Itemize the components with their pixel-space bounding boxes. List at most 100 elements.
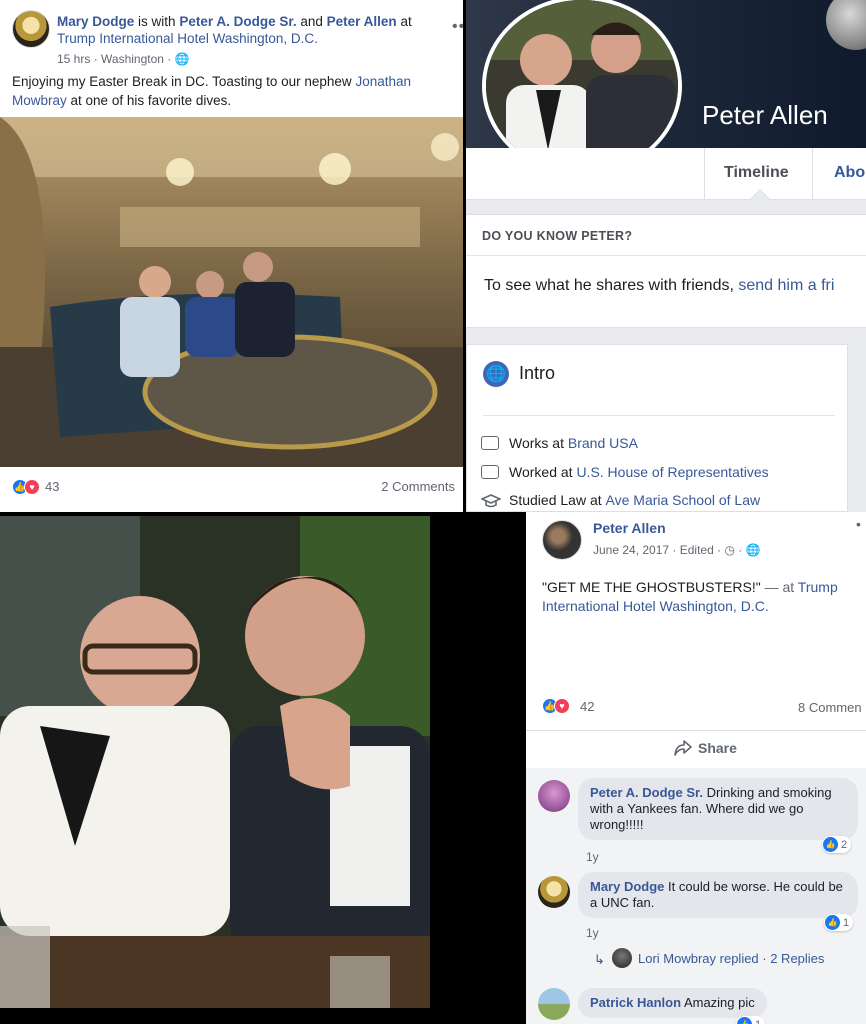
- commenter-avatar[interactable]: [538, 780, 570, 812]
- post-meta: June 24, 2017 · Edited · ◷ · 🌐: [593, 543, 761, 557]
- active-tab-pointer: [750, 189, 770, 209]
- body-text-end: at one of his favorite dives.: [70, 93, 232, 108]
- tab-timeline[interactable]: Timeline: [724, 164, 789, 182]
- profile-panel: Peter Allen Timeline Abo DO YOU KNOW PET…: [466, 0, 866, 512]
- author-avatar[interactable]: [542, 520, 582, 560]
- post-body: Enjoying my Easter Break in DC. Toasting…: [12, 72, 452, 110]
- intro-item-prefix: Works at: [509, 435, 564, 451]
- know-title: DO YOU KNOW PETER?: [482, 229, 633, 243]
- share-icon: [674, 740, 692, 756]
- send-friend-request-link[interactable]: send him a fri: [738, 277, 834, 294]
- comment-like-count: 1: [755, 1019, 761, 1024]
- comment-text: Amazing pic: [683, 995, 755, 1010]
- divider: [526, 730, 866, 731]
- reaction-count[interactable]: 42: [580, 699, 594, 714]
- replier-avatar: [612, 948, 632, 968]
- at-text: at: [400, 14, 412, 29]
- comment-bubble: Peter A. Dodge Sr. Drinking and smoking …: [578, 778, 858, 840]
- replies-text[interactable]: Lori Mowbray replied · 2 Replies: [638, 951, 824, 966]
- tab-about[interactable]: Abo: [834, 164, 865, 182]
- comments-count[interactable]: 8 Commen: [798, 700, 862, 715]
- briefcase-icon: [481, 465, 499, 479]
- reaction-icons[interactable]: 👍 ♥: [542, 698, 570, 714]
- comment-like-count: 1: [843, 916, 850, 929]
- edited-label[interactable]: Edited: [680, 543, 714, 557]
- post-footer: 👍 ♥ 43 2 Comments: [0, 467, 463, 512]
- know-text: To see what he shares with friends, send…: [484, 277, 834, 295]
- author-name[interactable]: Peter Allen: [593, 520, 666, 536]
- intro-item-past-work: Worked at U.S. House of Representatives: [481, 464, 769, 480]
- globe-icon: 🌐: [174, 52, 190, 66]
- post-meta: 15 hrs · Washington · 🌐: [57, 52, 190, 66]
- post-place: Washington: [101, 52, 164, 66]
- intro-item-prefix: Studied Law at: [509, 492, 602, 508]
- intro-item-work: Works at Brand USA: [481, 435, 638, 451]
- tagged-person-2[interactable]: Peter Allen: [327, 14, 397, 29]
- peter-allen-post: Peter Allen June 24, 2017 · Edited · ◷ ·…: [526, 512, 866, 1024]
- ellipsis-icon[interactable]: •••: [452, 18, 463, 36]
- commenter-name[interactable]: Peter A. Dodge Sr.: [590, 785, 703, 800]
- share-button[interactable]: Share: [674, 740, 737, 756]
- post-author-line: Mary Dodge is with Peter A. Dodge Sr. an…: [57, 13, 437, 47]
- graduation-cap-icon: [480, 493, 502, 508]
- cover-moon-graphic: [826, 0, 866, 50]
- share-label: Share: [698, 740, 737, 756]
- clock-icon: ◷: [724, 543, 735, 557]
- tagged-person-1[interactable]: Peter A. Dodge Sr.: [179, 14, 296, 29]
- commenter-name[interactable]: Patrick Hanlon: [590, 995, 681, 1010]
- like-icon: 👍: [823, 837, 838, 852]
- with-text: is with: [138, 14, 176, 29]
- love-icon: ♥: [554, 698, 570, 714]
- tab-divider: [812, 148, 813, 200]
- commenter-avatar[interactable]: [538, 876, 570, 908]
- post-date[interactable]: June 24, 2017: [593, 543, 669, 557]
- comment-time[interactable]: 1y: [586, 926, 599, 940]
- location-link[interactable]: Trump International Hotel Washington, D.…: [57, 31, 318, 46]
- comment-bubble: Patrick Hanlon Amazing pic: [578, 988, 767, 1018]
- post-body: "GET ME THE GHOSTBUSTERS!" — at Trump In…: [542, 578, 862, 616]
- post-time[interactable]: 15 hrs: [57, 52, 90, 66]
- reaction-icons[interactable]: 👍 ♥: [12, 479, 40, 495]
- divider: [466, 255, 866, 256]
- comments-count[interactable]: 2 Comments: [381, 479, 455, 494]
- globe-icon: 🌐: [483, 361, 509, 387]
- post-photo[interactable]: [0, 117, 463, 467]
- ellipsis-icon[interactable]: •: [856, 516, 861, 532]
- know-text-label: To see what he shares with friends,: [484, 277, 734, 294]
- intro-item-prefix: Worked at: [509, 464, 573, 480]
- like-icon: 👍: [737, 1017, 752, 1024]
- tab-divider: [704, 148, 705, 200]
- selfie-photo[interactable]: [0, 516, 430, 1008]
- intro-item-link[interactable]: Ave Maria School of Law: [606, 492, 761, 508]
- body-text-start: Enjoying my Easter Break in DC. Toasting…: [12, 74, 352, 89]
- intro-item-link[interactable]: Brand USA: [568, 435, 638, 451]
- intro-card: 🌐 Intro Works at Brand USA Worked at U.S…: [466, 344, 848, 512]
- mary-dodge-post: Mary Dodge is with Peter A. Dodge Sr. an…: [0, 0, 463, 512]
- comment-bubble: Mary Dodge It could be worse. He could b…: [578, 872, 858, 918]
- commenter-name[interactable]: Mary Dodge: [590, 879, 664, 894]
- intro-title: Intro: [519, 363, 556, 383]
- intro-item-education: Studied Law at Ave Maria School of Law: [480, 492, 761, 508]
- author-name[interactable]: Mary Dodge: [57, 14, 134, 29]
- and-text: and: [300, 14, 323, 29]
- reaction-count[interactable]: 43: [45, 479, 59, 494]
- profile-tabs: Timeline Abo: [466, 148, 866, 209]
- divider: [483, 415, 835, 416]
- author-avatar[interactable]: [12, 10, 50, 48]
- globe-icon: 🌐: [745, 543, 761, 557]
- comment-like-count: 2: [841, 838, 848, 851]
- at-text: — at: [764, 579, 795, 595]
- like-icon: 👍: [825, 915, 840, 930]
- comment-reactions[interactable]: 👍 2: [822, 836, 852, 853]
- love-icon: ♥: [24, 479, 40, 495]
- reply-arrow-icon: ↳: [594, 952, 605, 967]
- comment-reactions[interactable]: 👍 1: [736, 1016, 766, 1024]
- comment-time[interactable]: 1y: [586, 850, 599, 864]
- post-quote: "GET ME THE GHOSTBUSTERS!": [542, 579, 761, 595]
- do-you-know-card: DO YOU KNOW PETER? To see what he shares…: [466, 214, 866, 328]
- comment-reactions[interactable]: 👍 1: [824, 914, 854, 931]
- intro-item-link[interactable]: U.S. House of Representatives: [576, 464, 768, 480]
- profile-name: Peter Allen: [702, 100, 828, 130]
- commenter-avatar[interactable]: [538, 988, 570, 1020]
- briefcase-icon: [481, 436, 499, 450]
